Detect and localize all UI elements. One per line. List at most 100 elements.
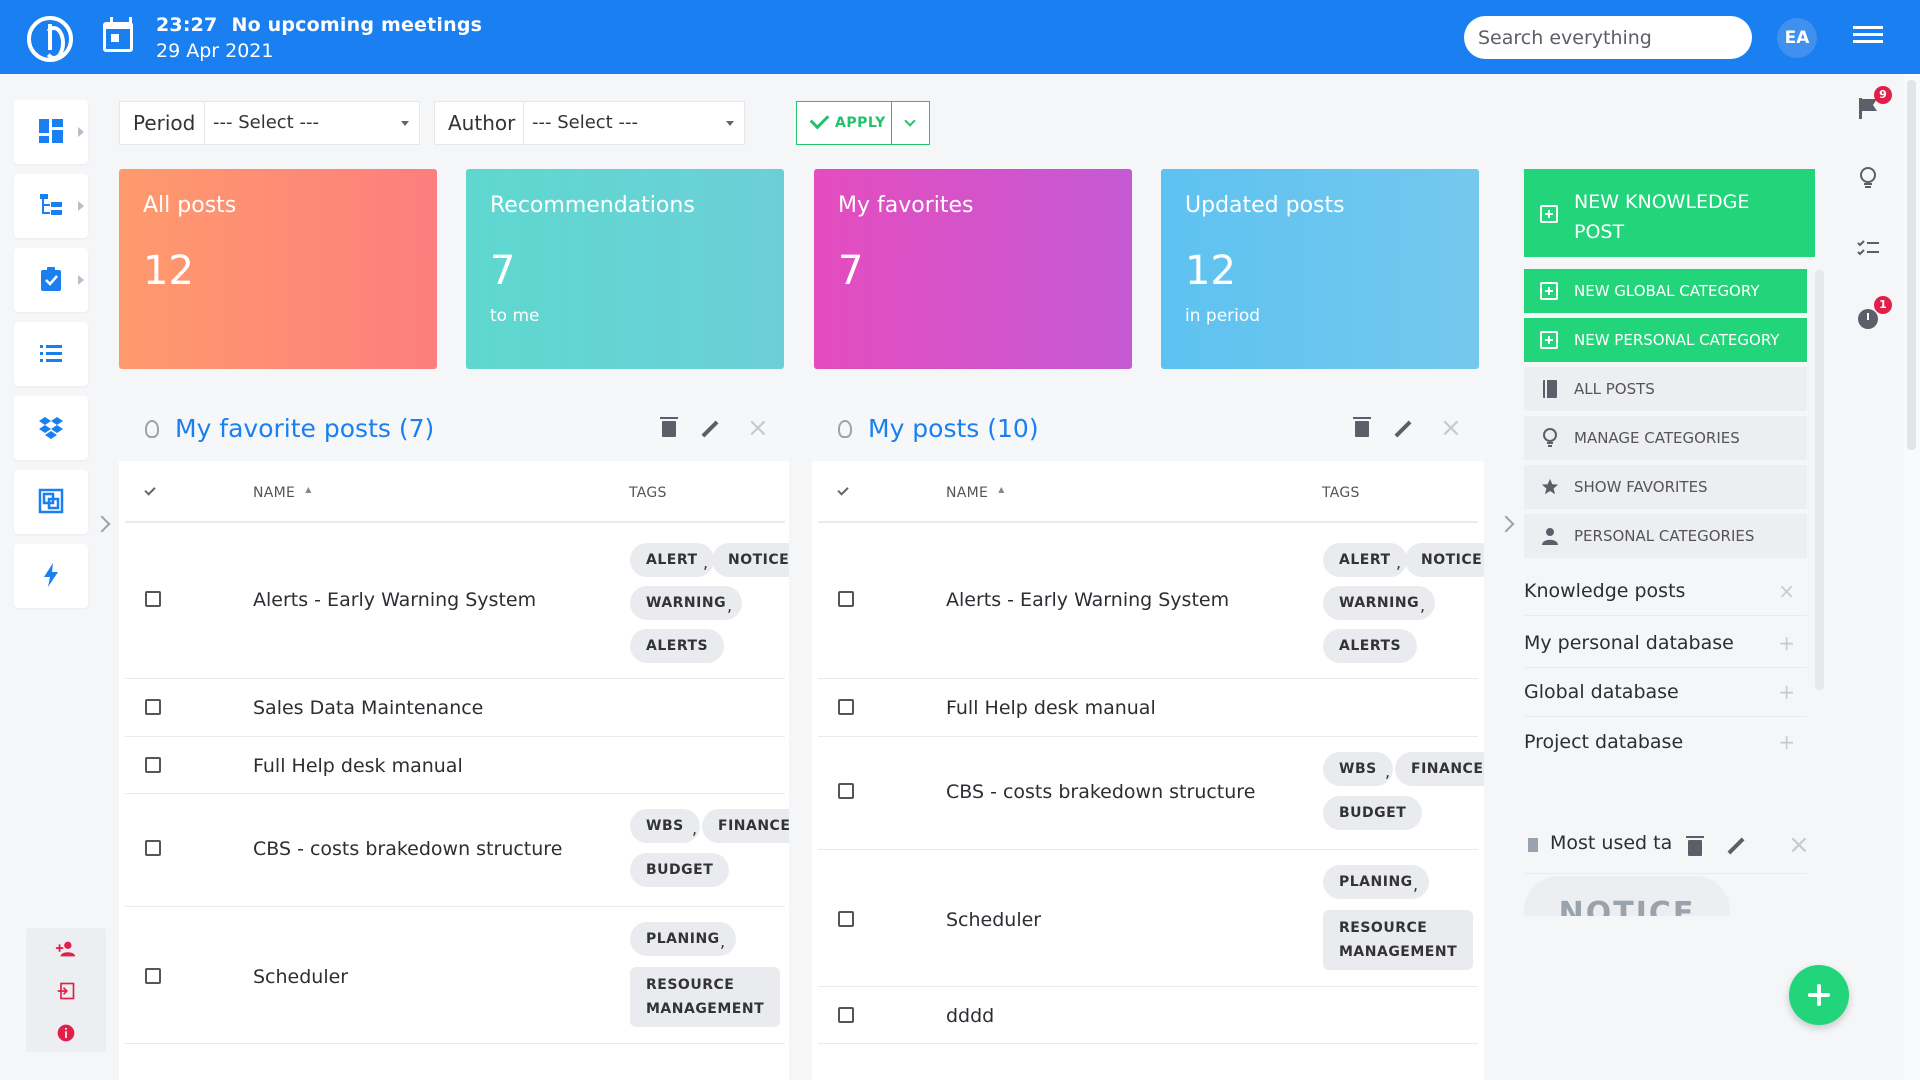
card-my-favorites[interactable]: My favorites 7	[814, 169, 1132, 369]
rail-layers-button[interactable]	[14, 470, 88, 534]
floating-add-button[interactable]	[1789, 965, 1849, 1025]
db-item-global[interactable]: Global database +	[1524, 667, 1807, 717]
info-icon[interactable]	[26, 1012, 106, 1054]
table-row[interactable]: Scheduler PLANING , RESOURCE MANAGEMENT	[818, 851, 1478, 987]
table-row[interactable]: CBS - costs brakedown structure WBS , FI…	[125, 795, 789, 907]
table-row[interactable]: Full Help desk manual	[125, 738, 785, 794]
tag[interactable]: RESOURCE MANAGEMENT	[630, 967, 781, 1027]
post-name[interactable]: Full Help desk manual	[253, 755, 463, 777]
personal-categories-button[interactable]: PERSONAL CATEGORIES	[1524, 514, 1807, 558]
table-row[interactable]: dddd	[818, 988, 1478, 1044]
post-name[interactable]: Scheduler	[946, 909, 1041, 931]
column-name[interactable]: NAME	[253, 485, 312, 501]
pencil-icon[interactable]	[1727, 837, 1745, 855]
new-global-category-button[interactable]: NEW GLOBAL CATEGORY	[1524, 269, 1807, 313]
checklist-icon[interactable]	[1854, 237, 1882, 265]
tag[interactable]: ALERT	[1323, 543, 1407, 577]
close-icon[interactable]: ×	[1440, 413, 1462, 443]
period-select[interactable]: --- Select ---	[204, 101, 420, 145]
add-user-icon[interactable]	[26, 928, 106, 970]
rail-dropbox-button[interactable]	[14, 396, 88, 460]
column-name[interactable]: NAME	[946, 485, 1005, 501]
row-checkbox[interactable]	[145, 757, 161, 773]
select-all-check-icon[interactable]	[837, 484, 849, 496]
rail-bolt-button[interactable]	[14, 544, 88, 608]
tag[interactable]: NOTICE	[712, 543, 789, 577]
tag[interactable]: WBS	[1323, 752, 1393, 786]
row-checkbox[interactable]	[838, 1007, 854, 1023]
show-favorites-button[interactable]: SHOW FAVORITES	[1524, 465, 1807, 509]
select-all-check-icon[interactable]	[144, 484, 156, 496]
apply-button[interactable]: APPLY	[796, 101, 892, 145]
table-row[interactable]: CBS - costs brakedown structure WBS , FI…	[818, 738, 1484, 850]
new-knowledge-post-button[interactable]: NEW KNOWLEDGE POST	[1524, 169, 1815, 257]
rail-tasks-button[interactable]	[14, 248, 88, 312]
panel-title[interactable]: My posts (10)	[868, 414, 1039, 443]
tag[interactable]: FINANCES	[702, 809, 789, 843]
expand-left-panel-icon[interactable]	[93, 515, 111, 533]
tag[interactable]: WBS	[630, 809, 700, 843]
row-checkbox[interactable]	[145, 840, 161, 856]
tag[interactable]: NOTICE	[1405, 543, 1484, 577]
trash-icon[interactable]	[1353, 417, 1371, 437]
plus-icon[interactable]: +	[1778, 717, 1795, 767]
manage-categories-button[interactable]: MANAGE CATEGORIES	[1524, 416, 1807, 460]
user-avatar[interactable]: EA	[1777, 18, 1817, 58]
tag[interactable]: WARNING	[630, 586, 743, 620]
table-row[interactable]: Alerts - Early Warning System ALERT , NO…	[125, 529, 789, 679]
post-name[interactable]: CBS - costs brakedown structure	[946, 781, 1255, 803]
tag[interactable]: BUDGET	[1323, 796, 1423, 830]
db-item-project[interactable]: Project database +	[1524, 717, 1807, 767]
pencil-icon[interactable]	[701, 420, 719, 438]
post-name[interactable]: Alerts - Early Warning System	[253, 589, 536, 611]
card-all-posts[interactable]: All posts 12	[119, 169, 437, 369]
tag[interactable]: ALERTS	[1323, 629, 1418, 663]
db-item-knowledge-posts[interactable]: Knowledge posts ×	[1524, 566, 1807, 616]
table-row[interactable]: Full Help desk manual	[818, 680, 1478, 737]
plus-icon[interactable]: +	[1778, 618, 1795, 668]
post-name[interactable]: Alerts - Early Warning System	[946, 589, 1229, 611]
author-select[interactable]: --- Select ---	[523, 101, 745, 145]
db-item-personal[interactable]: My personal database +	[1524, 618, 1807, 668]
row-checkbox[interactable]	[838, 591, 854, 607]
calendar-icon[interactable]	[103, 17, 133, 52]
page-scrollbar[interactable]	[1907, 80, 1916, 450]
table-row[interactable]: Scheduler PLANING , RESOURCE MANAGEMENT	[125, 908, 785, 1044]
menu-icon[interactable]	[1853, 26, 1883, 48]
tag-cloud-item[interactable]: NOTICE	[1524, 876, 1730, 916]
panel-title[interactable]: My favorite posts (7)	[175, 414, 434, 443]
trash-icon[interactable]	[660, 417, 678, 437]
close-icon[interactable]: ×	[747, 413, 769, 443]
table-row[interactable]: Sales Data Maintenance	[125, 680, 785, 737]
plus-icon[interactable]: +	[1778, 667, 1795, 717]
expand-right-panel-icon[interactable]	[1497, 515, 1515, 533]
post-name[interactable]: dddd	[946, 1005, 994, 1027]
row-checkbox[interactable]	[145, 968, 161, 984]
all-posts-button[interactable]: ALL POSTS	[1524, 367, 1807, 411]
card-updated-posts[interactable]: Updated posts 12 in period	[1161, 169, 1479, 369]
close-icon[interactable]: ×	[1788, 830, 1810, 860]
sidebar-scrollbar[interactable]	[1815, 270, 1824, 690]
row-checkbox[interactable]	[145, 699, 161, 715]
rail-hierarchy-button[interactable]	[14, 174, 88, 238]
close-icon[interactable]: ×	[1778, 566, 1795, 616]
post-name[interactable]: Scheduler	[253, 966, 348, 988]
row-checkbox[interactable]	[838, 699, 854, 715]
table-row[interactable]: Alerts - Early Warning System ALERT , NO…	[818, 529, 1484, 679]
tag[interactable]: ALERTS	[630, 629, 725, 663]
tag[interactable]: FINANCES	[1395, 752, 1484, 786]
post-name[interactable]: CBS - costs brakedown structure	[253, 838, 562, 860]
apply-dropdown-button[interactable]	[891, 101, 930, 145]
logout-icon[interactable]	[26, 970, 106, 1012]
new-personal-category-button[interactable]: NEW PERSONAL CATEGORY	[1524, 318, 1807, 362]
pencil-icon[interactable]	[1394, 420, 1412, 438]
bulb-icon[interactable]	[1854, 166, 1882, 194]
post-name[interactable]: Sales Data Maintenance	[253, 697, 483, 719]
tag[interactable]: RESOURCE MANAGEMENT	[1323, 910, 1474, 970]
trash-icon[interactable]	[1686, 836, 1704, 856]
app-logo-icon[interactable]	[27, 16, 73, 62]
card-recommendations[interactable]: Recommendations 7 to me	[466, 169, 784, 369]
row-checkbox[interactable]	[838, 783, 854, 799]
row-checkbox[interactable]	[838, 911, 854, 927]
row-checkbox[interactable]	[145, 591, 161, 607]
